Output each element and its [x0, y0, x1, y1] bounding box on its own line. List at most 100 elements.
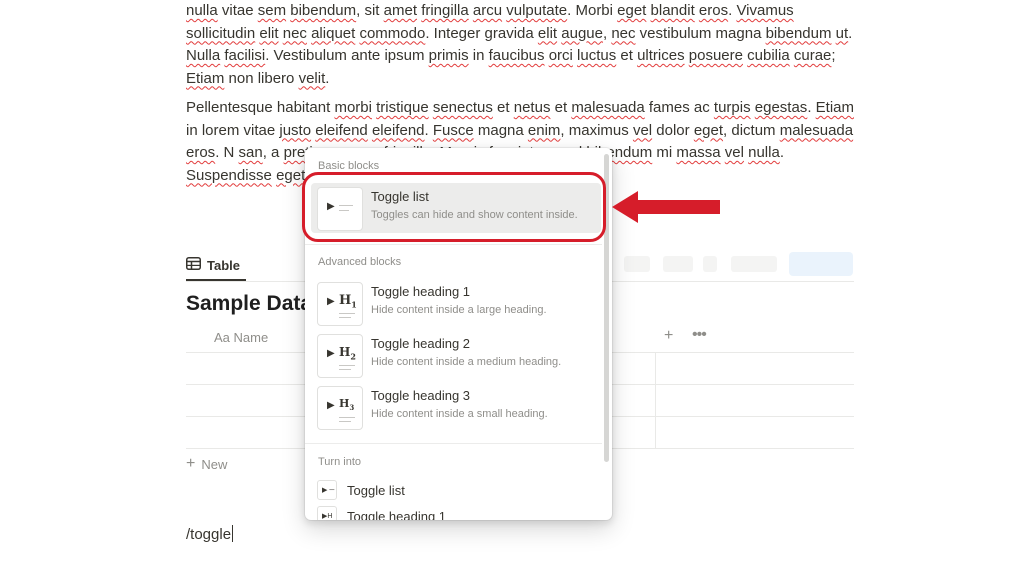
body-paragraph-1[interactable]: nulla vitae sem bibendum, sit amet fring…	[186, 0, 858, 90]
text-run: , dictum	[723, 121, 780, 139]
turn-into-toggle-list[interactable]: ▶ ─ Toggle list	[317, 479, 405, 501]
misspelled-word: cubilia	[747, 47, 790, 64]
menu-item-title: Toggle heading 2	[371, 336, 471, 351]
text-run: . Morbi	[567, 2, 618, 19]
misspelled-word: posuere	[688, 47, 743, 64]
toggle-list-icon: ▶ ─	[317, 480, 337, 500]
notion-page: nulla vitae sem bibendum, sit amet fring…	[0, 0, 1024, 576]
menu-divider	[305, 244, 602, 245]
misspelled-word: primis	[428, 47, 469, 64]
misspelled-word: nulla	[748, 144, 780, 161]
misspelled-word: facilisi	[224, 47, 266, 64]
menu-item-toggle-heading-1[interactable]: ▶ H1 Toggle heading 1 Hide content inside…	[311, 278, 601, 328]
text-run: non libero	[224, 69, 299, 87]
text-run: , sit	[356, 2, 384, 19]
misspelled-word: eleifend	[371, 121, 425, 139]
misspelled-word: vulputate	[506, 2, 568, 19]
text-run: . Integer gravida	[425, 24, 538, 42]
misspelled-word: elit	[537, 24, 558, 42]
misspelled-word: vel	[632, 121, 653, 139]
misspelled-word: sem	[257, 2, 287, 19]
menu-item-title: Toggle heading 1	[371, 284, 471, 299]
misspelled-word: bibendum	[290, 2, 357, 19]
misspelled-word: bibendum	[765, 24, 832, 42]
section-label-basic: Basic blocks	[318, 160, 380, 172]
menu-item-desc: Hide content inside a large heading.	[371, 304, 547, 316]
search-icon	[703, 256, 717, 272]
misspelled-word: arcu	[472, 2, 503, 19]
toggle-heading-1-icon: ▶H	[317, 506, 337, 520]
new-row-button[interactable]: + New	[186, 455, 227, 473]
turn-into-label: Toggle heading 1	[347, 508, 447, 521]
text-run: .	[325, 69, 330, 87]
misspelled-word: sollicitudin	[186, 24, 256, 42]
misspelled-word: eleifend	[315, 121, 368, 139]
text-run: , maximus	[560, 121, 633, 139]
view-tab-table[interactable]: Table	[186, 250, 246, 281]
misspelled-word: luctus	[577, 47, 617, 64]
toggle-heading-3-icon: ▶ H3	[317, 386, 363, 430]
misspelled-word: aliquet	[311, 24, 356, 42]
text-run: vitae	[217, 2, 258, 19]
misspelled-word: orci	[548, 47, 573, 64]
text-run: Pellentesque habitant	[186, 99, 335, 116]
misspelled-word: Fusce	[432, 121, 474, 139]
misspelled-word: nec	[611, 24, 636, 42]
misspelled-word: san	[238, 144, 263, 161]
text-run: magna	[473, 121, 528, 139]
text-run: , a	[262, 144, 284, 161]
menu-item-desc: Hide content inside a small heading.	[371, 408, 548, 420]
text-caret	[232, 525, 234, 542]
misspelled-word: Etiam	[186, 69, 225, 87]
slash-command-line[interactable]: /toggle	[186, 525, 234, 543]
pointer-arrow-icon	[612, 191, 720, 223]
new-row-label: New	[201, 456, 228, 472]
menu-divider	[305, 443, 602, 444]
menu-item-toggle-heading-3[interactable]: ▶ H3 Toggle heading 3 Hide content inside…	[311, 382, 601, 432]
text-run: . N	[215, 144, 235, 161]
misspelled-word: Nulla	[186, 47, 221, 64]
add-column-button[interactable]: +	[664, 327, 673, 345]
toolbar-more-ghost	[731, 256, 777, 272]
misspelled-word: fringilla	[421, 2, 469, 19]
misspelled-word: augue	[561, 24, 603, 42]
misspelled-word: faucibus	[488, 47, 545, 64]
misspelled-word: commodo	[359, 24, 426, 42]
text-run: et	[492, 99, 514, 116]
misspelled-word: turpis	[713, 99, 751, 116]
database-title[interactable]: Sample Data	[186, 292, 312, 316]
misspelled-word: elit	[259, 24, 279, 42]
misspelled-word: eros	[698, 2, 729, 19]
menu-item-desc: Hide content inside a medium heading.	[371, 356, 562, 368]
misspelled-word: eget	[693, 121, 724, 139]
misspelled-word: eget	[276, 166, 306, 184]
toggle-heading-2-icon: ▶ H2	[317, 334, 363, 378]
text-run: fames ac	[644, 99, 714, 116]
name-column-header[interactable]: Aa Name	[214, 330, 268, 345]
toolbar-sort-ghost	[663, 256, 693, 272]
misspelled-word: eget	[617, 2, 647, 19]
misspelled-word: ultrices	[637, 47, 685, 64]
text-run: et	[616, 47, 638, 64]
text-run: dolor	[652, 121, 694, 139]
table-icon	[186, 257, 201, 273]
turn-into-label: Toggle list	[347, 482, 405, 498]
text-run: .	[779, 144, 784, 161]
highlight-ring	[302, 172, 606, 242]
misspelled-word: malesuada	[779, 121, 854, 139]
misspelled-word: netus	[513, 99, 551, 116]
misspelled-word: eros	[186, 144, 216, 161]
misspelled-word: senectus	[432, 99, 493, 116]
slash-command-text: /toggle	[186, 526, 232, 543]
text-run: vestibulum magna	[635, 24, 766, 42]
text-run: et	[550, 99, 572, 116]
column-more-button[interactable]: •••	[692, 326, 707, 344]
plus-icon: +	[186, 455, 196, 472]
turn-into-toggle-heading-1[interactable]: ▶H Toggle heading 1	[317, 505, 446, 520]
toolbar-filter-ghost	[624, 256, 650, 272]
text-run: ;	[831, 47, 836, 64]
section-label-turn-into: Turn into	[318, 456, 362, 468]
misspelled-word: Etiam	[815, 99, 854, 116]
menu-item-toggle-heading-2[interactable]: ▶ H2 Toggle heading 2 Hide content inside…	[311, 330, 601, 380]
misspelled-word: Vivamus	[736, 2, 794, 19]
